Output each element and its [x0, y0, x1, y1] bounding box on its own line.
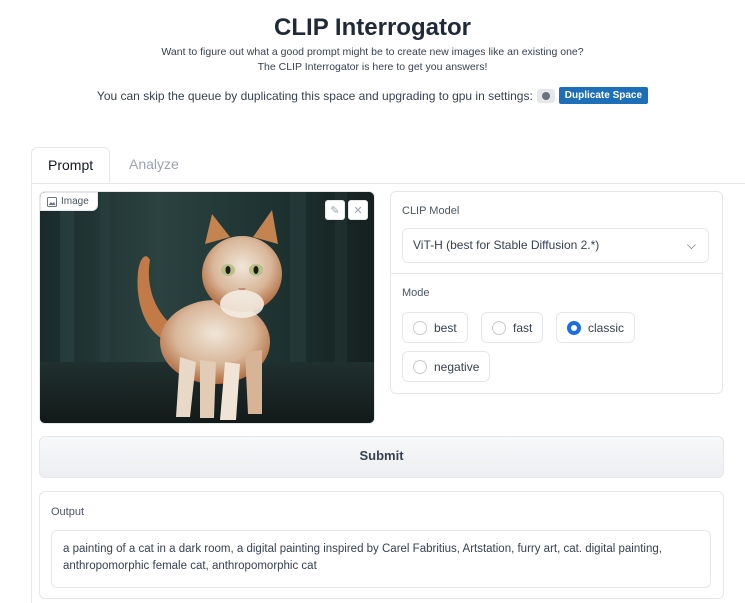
mode-option-label: fast	[513, 320, 533, 335]
output-textbox[interactable]: a painting of a cat in a dark room, a di…	[51, 530, 711, 588]
mode-option-label: classic	[588, 320, 625, 335]
clip-model-label: CLIP Model	[402, 205, 460, 217]
cat-image	[40, 192, 374, 423]
description-line-1: Want to figure out what a good prompt mi…	[161, 46, 584, 58]
duplicate-icon	[536, 88, 555, 103]
radio-icon	[413, 320, 427, 335]
page-title: CLIP Interrogator	[274, 14, 471, 41]
clip-model-value: ViT-H (best for Stable Diffusion 2.*)	[413, 238, 600, 252]
mode-option-label: best	[434, 320, 457, 335]
radio-icon	[413, 359, 427, 374]
mode-option-label: negative	[434, 359, 480, 374]
image-icon	[47, 196, 57, 207]
chevron-down-icon: ⌵	[686, 238, 696, 252]
image-upload[interactable]: Image ✎ ✕	[39, 191, 375, 424]
skip-queue-text: You can skip the queue by duplicating th…	[96, 88, 533, 103]
divider	[391, 273, 722, 274]
image-tools: ✎ ✕	[325, 200, 368, 220]
output-label: Output	[51, 506, 85, 518]
close-icon[interactable]: ✕	[348, 200, 368, 220]
clip-model-select[interactable]: ViT-H (best for Stable Diffusion 2.*) ⌵	[402, 228, 709, 263]
skip-queue-row: You can skip the queue by duplicating th…	[0, 87, 745, 104]
image-label: Image	[40, 192, 98, 211]
settings-panel: CLIP Model ViT-H (best for Stable Diffus…	[390, 191, 723, 394]
tab-analyze[interactable]: Analyze	[113, 147, 195, 183]
output-panel: Output a painting of a cat in a dark roo…	[39, 491, 724, 599]
edit-icon[interactable]: ✎	[325, 200, 345, 220]
image-label-text: Image	[61, 196, 89, 207]
header: CLIP Interrogator Want to figure out wha…	[0, 0, 745, 104]
mode-option-classic[interactable]: classic	[556, 312, 636, 343]
mode-option-fast[interactable]: fast	[481, 312, 544, 343]
duplicate-space-button[interactable]: Duplicate Space	[558, 87, 649, 104]
mode-option-negative[interactable]: negative	[402, 351, 491, 382]
mode-label: Mode	[402, 287, 430, 299]
mode-option-best[interactable]: best	[402, 312, 468, 343]
tab-bar: Prompt Analyze	[31, 147, 745, 184]
radio-checked-icon	[567, 320, 581, 335]
radio-icon	[492, 320, 506, 335]
tab-prompt[interactable]: Prompt	[31, 147, 111, 183]
submit-button[interactable]: Submit	[39, 436, 724, 478]
description-line-2: The CLIP Interrogator is here to get you…	[257, 61, 488, 73]
